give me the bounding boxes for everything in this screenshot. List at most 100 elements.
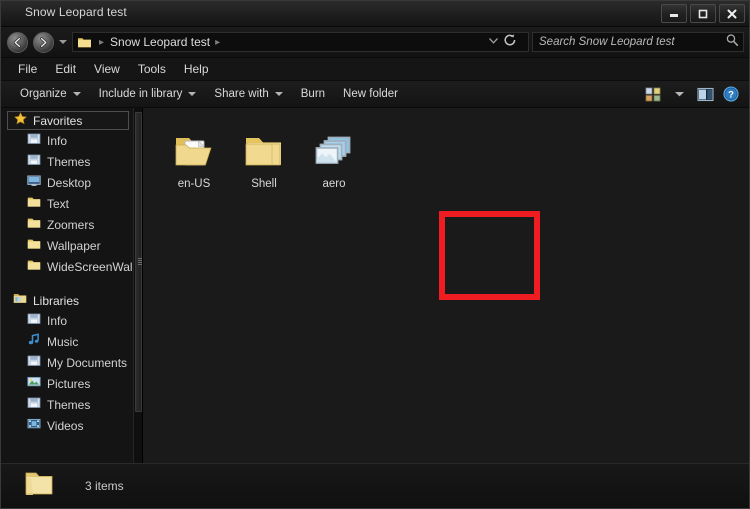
sidebar-item-label: WideScreenWal [47,259,133,274]
sidebar-item-label: Music [47,334,79,349]
view-dropdown-chevron-down-icon[interactable] [667,84,691,104]
sidebar-item-favorites-info[interactable]: Info [1,130,133,151]
music-icon [27,332,41,351]
maximize-button[interactable] [690,4,716,23]
folder-icon [242,124,286,172]
address-bar-actions [488,33,528,51]
sidebar-item-label: Videos [47,418,84,433]
file-item-label: Shell [251,178,277,190]
sidebar-item-label: Themes [47,154,91,169]
search-box[interactable] [532,32,744,52]
star-icon [14,111,27,130]
menu-item-edit[interactable]: Edit [46,58,85,80]
chevron-down-icon [188,92,197,96]
breadcrumb-separator-1: ▸ [99,36,105,48]
toolbar-share-with-label: Share with [214,88,269,100]
help-icon[interactable]: ? [719,84,743,104]
folder-icon [27,216,41,234]
menu-bar: File Edit View Tools Help [1,58,749,81]
sidebar-item-libraries-videos[interactable]: Videos [1,415,133,436]
sidebar-item-favorites-desktop[interactable]: Desktop [1,172,133,193]
recent-pages-icon[interactable] [59,40,67,44]
folder-special-icon [27,312,41,330]
toolbar-include-in-library-button[interactable]: Include in library [90,84,206,104]
window-controls [661,4,745,23]
toolbar-organize-label: Organize [20,88,67,100]
toolbar-burn-button[interactable]: Burn [292,84,334,104]
desktop-icon [27,174,41,192]
pictures-icon [27,375,41,393]
menu-item-file[interactable]: File [9,58,46,80]
videos-icon [27,417,41,435]
sidebar-item-favorites-wallpaper[interactable]: Wallpaper [1,235,133,256]
sidebar-item-label: Text [47,196,70,211]
sidebar-group-favorites[interactable]: Favorites [7,111,129,130]
sidebar-item-label: Themes [47,397,91,412]
navigation-pane-scroll: Favorites Info Themes Desktop Text Zoome… [1,108,133,463]
sidebar-group-libraries[interactable]: Libraries [1,291,133,310]
folder-open-document-icon [172,124,216,172]
sidebar-group-favorites-label: Favorites [33,113,83,128]
navigation-pane: Favorites Info Themes Desktop Text Zoome… [1,108,143,463]
sidebar-item-libraries-my-documents[interactable]: My Documents [1,352,133,373]
status-bar: 3 items [1,463,749,508]
scrollbar-thumb[interactable] [135,112,142,412]
libraries-icon [13,292,27,310]
toolbar-organize-button[interactable]: Organize [11,84,90,104]
search-icon[interactable] [725,33,739,52]
picture-stack-icon [311,124,357,172]
file-list-view[interactable]: en-US Shell aero [143,108,749,463]
toolbar-include-in-library-label: Include in library [98,88,183,100]
folder-special-icon [27,153,41,171]
sidebar-item-favorites-widescreenwal[interactable]: WideScreenWal [1,256,133,277]
back-button[interactable] [7,31,28,53]
sidebar-item-favorites-zoomers[interactable]: Zoomers [1,214,133,235]
toolbar-share-with-button[interactable]: Share with [205,84,291,104]
change-view-icon[interactable] [641,84,665,104]
breadcrumb-item-0[interactable]: Snow Leopard test [110,35,210,49]
sidebar-item-libraries-music[interactable]: Music [1,331,133,352]
file-item-shell[interactable]: Shell [229,116,299,200]
file-item-aero[interactable]: aero [299,116,369,200]
menu-item-tools[interactable]: Tools [129,58,175,80]
toolbar-new-folder-button[interactable]: New folder [334,84,407,104]
preview-pane-icon[interactable] [693,84,717,104]
file-item-en-us[interactable]: en-US [159,116,229,200]
sidebar-item-libraries-themes[interactable]: Themes [1,394,133,415]
scrollbar-grip-icon [138,258,142,265]
breadcrumb-separator-2[interactable]: ▸ [215,37,220,48]
sidebar-item-libraries-pictures[interactable]: Pictures [1,373,133,394]
command-toolbar: Organize Include in library Share with B… [1,81,749,108]
navigation-pane-scrollbar[interactable] [133,108,142,463]
svg-text:?: ? [728,90,734,101]
explorer-body: Favorites Info Themes Desktop Text Zoome… [1,108,749,463]
chevron-down-icon [72,92,81,96]
sidebar-item-label: Zoomers [47,217,95,232]
file-item-label: aero [322,178,346,190]
sidebar-item-libraries-info[interactable]: Info [1,310,133,331]
folder-special-icon [27,354,41,372]
search-input[interactable] [539,36,725,48]
sidebar-item-label: Desktop [47,175,92,190]
sidebar-item-label: My Documents [47,355,128,370]
folder-icon [23,468,55,505]
close-button[interactable] [719,4,745,23]
forward-button[interactable] [33,31,54,53]
file-grid: en-US Shell aero [159,116,369,200]
minimize-button[interactable] [661,4,687,23]
refresh-icon[interactable] [503,33,517,51]
toolbar-right-group: ? [641,84,749,104]
menu-item-help[interactable]: Help [175,58,218,80]
title-bar: Snow Leopard test [1,1,749,27]
menu-item-view[interactable]: View [85,58,129,80]
previous-locations-icon[interactable] [488,33,499,51]
window-title: Snow Leopard test [25,5,127,19]
breadcrumb[interactable]: ▸ Snow Leopard test ▸ [72,32,529,52]
status-item-count: 3 items [85,479,124,493]
sidebar-group-libraries-label: Libraries [33,293,80,308]
chevron-down-icon [274,92,283,96]
sidebar-item-favorites-themes[interactable]: Themes [1,151,133,172]
sidebar-item-favorites-text[interactable]: Text [1,193,133,214]
sidebar-item-label: Pictures [47,376,91,391]
